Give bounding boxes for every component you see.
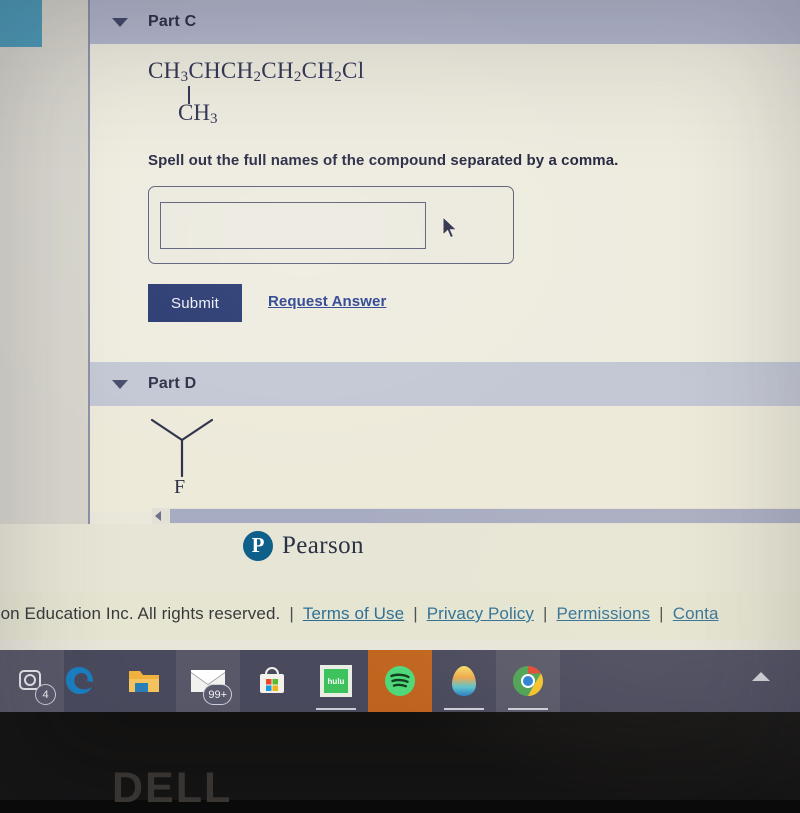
pearson-wordmark: Pearson xyxy=(282,532,364,559)
chemical-formula-main: CH3CHCH2CH2CH2Cl xyxy=(148,58,365,85)
branding-band: P Pearson xyxy=(0,524,800,592)
dell-brand-logo: DELL xyxy=(112,764,233,812)
taskbar-item-microsoft-store[interactable] xyxy=(240,650,304,712)
browser-viewport: Part C CH3CHCH2CH2CH2Cl CH3 Spell out th… xyxy=(0,0,800,650)
taskbar-item-egg-app[interactable] xyxy=(432,650,496,712)
copyright-text: son Education Inc. All rights reserved. xyxy=(0,604,281,623)
egg-app-icon xyxy=(452,666,476,696)
footer-separator-2: | xyxy=(413,604,418,623)
footer-separator-3: | xyxy=(542,604,548,623)
contact-us-link[interactable]: Conta xyxy=(673,604,719,624)
fluorine-atom-label: F xyxy=(174,476,186,498)
taskbar-item-file-explorer[interactable] xyxy=(112,650,176,712)
permissions-link[interactable]: Permissions xyxy=(556,604,650,624)
scrollbar-thumb[interactable] xyxy=(170,509,800,523)
pearson-logo: P Pearson xyxy=(243,531,364,561)
chrome-active-underline xyxy=(508,708,548,710)
assignment-content-column: Part C CH3CHCH2CH2CH2Cl CH3 Spell out th… xyxy=(90,0,800,530)
terms-of-use-link[interactable]: Terms of Use xyxy=(303,604,404,624)
request-answer-link[interactable]: Request Answer xyxy=(268,293,386,310)
microsoft-store-icon xyxy=(260,667,284,693)
part-c-body: CH3CHCH2CH2CH2Cl CH3 Spell out the full … xyxy=(90,44,800,362)
svg-text:hulu: hulu xyxy=(328,677,345,686)
answer-input[interactable] xyxy=(160,202,426,249)
instruction-text: Spell out the full names of the compound… xyxy=(148,152,619,169)
file-explorer-icon xyxy=(129,671,159,692)
chevron-down-icon[interactable] xyxy=(112,17,128,27)
part-c-label: Part C xyxy=(148,13,197,30)
part-d-header[interactable]: Part D xyxy=(90,362,800,406)
laptop-bezel: DELL xyxy=(0,712,800,812)
egg-app-active-underline xyxy=(444,708,484,710)
footer-separator-4: | xyxy=(659,604,664,623)
windows-taskbar: 4 99+ hulu xyxy=(0,650,800,712)
privacy-policy-link[interactable]: Privacy Policy xyxy=(427,604,534,624)
part-d-label: Part D xyxy=(148,375,197,392)
taskbar-item-mail[interactable]: 99+ xyxy=(176,650,240,712)
pearson-p-icon: P xyxy=(243,531,273,561)
footer-separator-1: | xyxy=(289,604,294,623)
caret-left-icon[interactable] xyxy=(155,511,161,521)
footer-bar: son Education Inc. All rights reserved. … xyxy=(0,592,800,640)
taskbar-item-chrome[interactable] xyxy=(496,650,560,712)
part-c-header[interactable]: Part C xyxy=(90,0,800,44)
answer-box-container xyxy=(148,186,514,264)
left-teal-block xyxy=(0,0,42,47)
edge-browser-icon xyxy=(66,667,93,694)
chevron-down-icon[interactable] xyxy=(112,379,128,389)
spotify-icon xyxy=(385,666,415,696)
footer-legal-line: son Education Inc. All rights reserved. … xyxy=(0,604,719,624)
mail-badge-count: 99+ xyxy=(203,684,232,705)
photo-of-laptop-screen: Part C CH3CHCH2CH2CH2Cl CH3 Spell out th… xyxy=(0,0,800,812)
part-d-body: F xyxy=(90,406,800,512)
hulu-icon: hulu xyxy=(320,665,352,697)
chrome-icon xyxy=(512,666,544,696)
hulu-active-underline xyxy=(316,708,356,710)
taskbar-item-hulu[interactable]: hulu xyxy=(304,650,368,712)
pearson-logo-letter: P xyxy=(251,533,265,557)
chevron-up-icon[interactable] xyxy=(752,672,770,681)
taskbar-item-spotify[interactable] xyxy=(368,650,432,712)
submit-button[interactable]: Submit xyxy=(148,284,242,322)
taskbar-item-edge[interactable] xyxy=(48,650,112,712)
horizontal-scrollbar[interactable] xyxy=(152,508,800,524)
chemical-formula-branch: CH3 xyxy=(178,100,218,127)
